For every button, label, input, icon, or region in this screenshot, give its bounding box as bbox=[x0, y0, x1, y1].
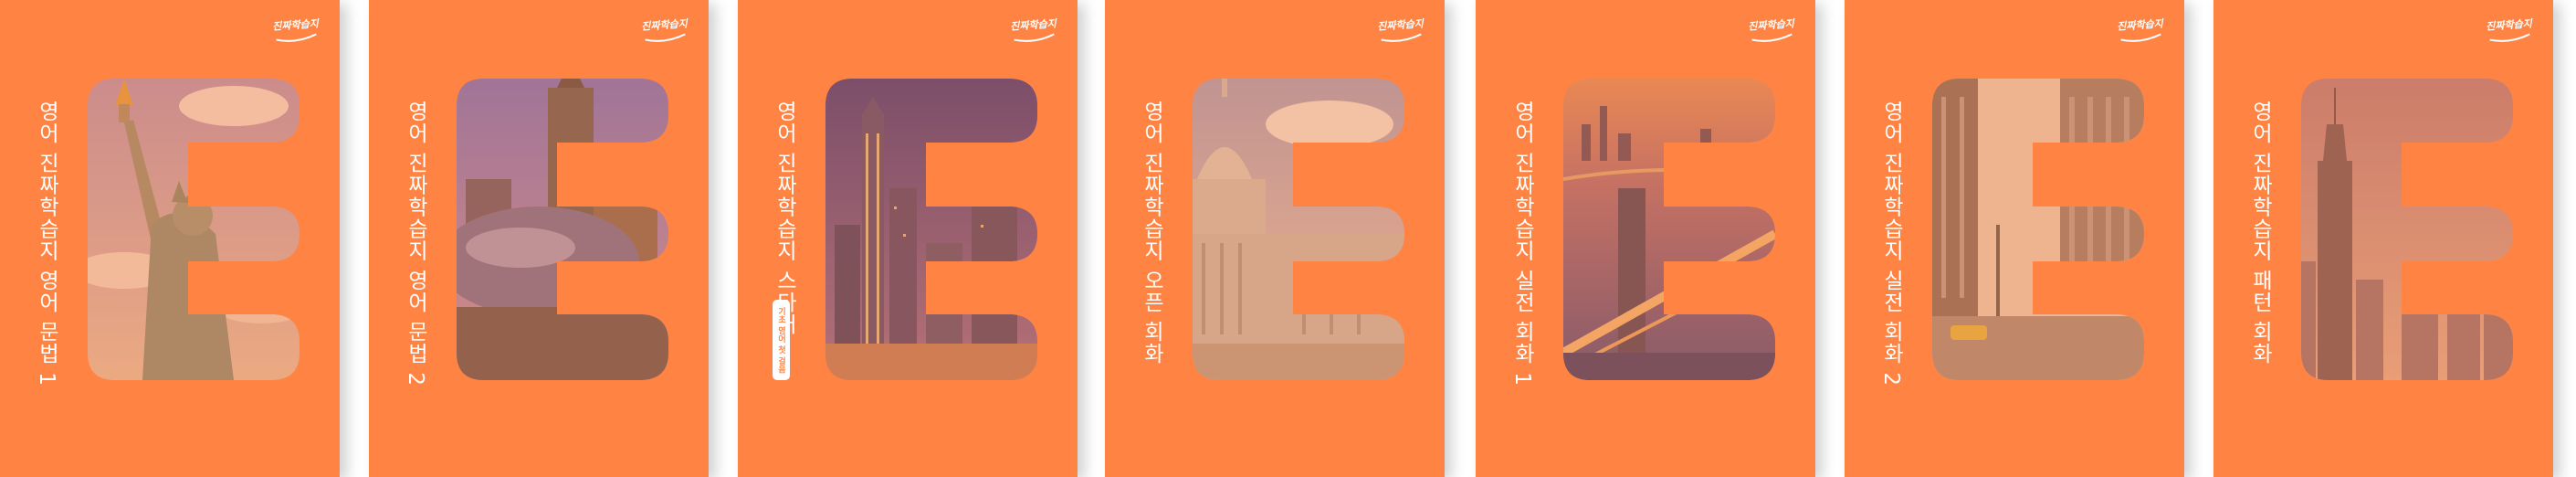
book-title: 영어 진짜학습지 영어 문법 2 bbox=[404, 101, 427, 387]
book-title: 영어 진짜학습지 오픈 회화 bbox=[1140, 101, 1163, 365]
publisher-logo: 진짜학습지 bbox=[2116, 17, 2165, 44]
cover-e-photo-window bbox=[825, 79, 1037, 380]
book-title: 영어 진짜학습지 실전 회화 1 bbox=[1510, 101, 1534, 387]
book-cover-3[interactable]: 진짜학습지 영어 진짜학습지 스타터 기초 영어 첫 걸음 bbox=[738, 0, 1078, 477]
cover-e-photo-window bbox=[1193, 79, 1404, 380]
publisher-logo: 진짜학습지 bbox=[1747, 17, 1796, 44]
cover-e-photo-window bbox=[457, 79, 668, 380]
cover-e-photo-window bbox=[2301, 79, 2513, 380]
publisher-logo: 진짜학습지 bbox=[2485, 17, 2534, 44]
book-cover-lineup: 진짜학습지 영어 진짜학습지 영어 문법 1 진짜학습지 영어 진짜학습지 영어… bbox=[0, 0, 2576, 477]
cover-e-photo-window bbox=[1563, 79, 1775, 380]
book-cover-2[interactable]: 진짜학습지 영어 진짜학습지 영어 문법 2 bbox=[369, 0, 709, 477]
cover-e-photo-window bbox=[88, 79, 300, 380]
book-title: 영어 진짜학습지 영어 문법 1 bbox=[35, 101, 58, 387]
publisher-logo: 진짜학습지 bbox=[1009, 17, 1058, 44]
book-cover-7[interactable]: 진짜학습지 영어 진짜학습지 패턴 회화 bbox=[2213, 0, 2553, 477]
cover-e-photo-window bbox=[1932, 79, 2144, 380]
book-badge: 기초 영어 첫 걸음 bbox=[773, 300, 790, 381]
book-cover-5[interactable]: 진짜학습지 영어 진짜학습지 실전 회화 1 bbox=[1476, 0, 1815, 477]
book-title: 영어 진짜학습지 패턴 회화 bbox=[2248, 101, 2272, 365]
book-cover-6[interactable]: 진짜학습지 영어 진짜학습지 실전 회화 2 bbox=[1845, 0, 2184, 477]
book-cover-4[interactable]: 진짜학습지 영어 진짜학습지 오픈 회화 bbox=[1105, 0, 1445, 477]
publisher-logo: 진짜학습지 bbox=[271, 17, 321, 44]
book-cover-1[interactable]: 진짜학습지 영어 진짜학습지 영어 문법 1 bbox=[0, 0, 340, 477]
book-title: 영어 진짜학습지 실전 회화 2 bbox=[1879, 101, 1903, 387]
publisher-logo: 진짜학습지 bbox=[1376, 17, 1425, 44]
publisher-logo: 진짜학습지 bbox=[640, 17, 689, 44]
